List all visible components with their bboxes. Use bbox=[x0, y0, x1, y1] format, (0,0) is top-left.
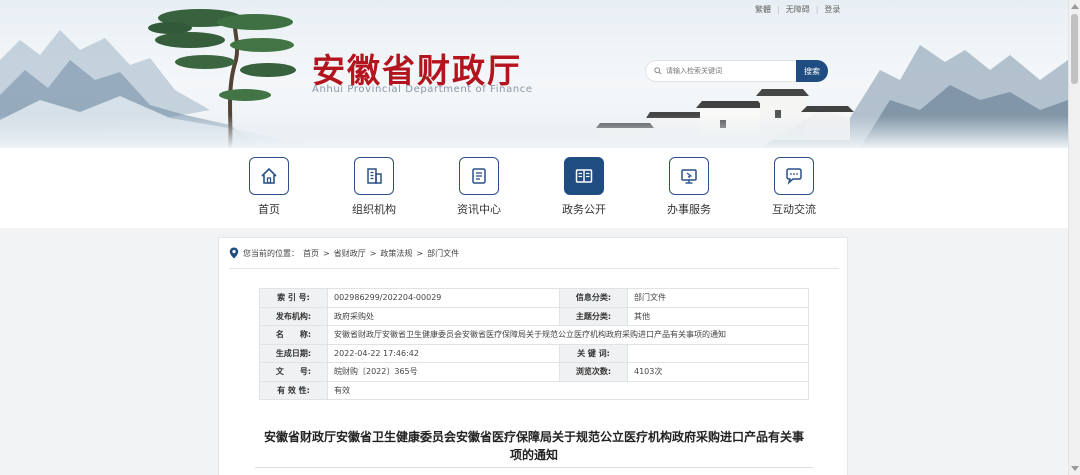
news-icon bbox=[472, 168, 486, 184]
nav-icon-box bbox=[249, 157, 289, 195]
breadcrumb-dept-docs[interactable]: 部门文件 bbox=[427, 248, 459, 259]
meta-key: 发布机构: bbox=[259, 306, 328, 326]
meta-value: 2022-04-22 17:46:42 bbox=[327, 343, 560, 363]
meta-value: 部门文件 bbox=[627, 288, 809, 308]
nav-label: 办事服务 bbox=[667, 203, 711, 216]
meta-value: 其他 bbox=[627, 306, 809, 326]
search-button[interactable]: 搜索 bbox=[796, 60, 828, 82]
table-row: 生成日期: 2022-04-22 17:46:42 关 键 词: bbox=[259, 343, 809, 363]
meta-key: 浏览次数: bbox=[559, 362, 628, 382]
divider: | bbox=[815, 5, 819, 14]
nav-label: 政务公开 bbox=[562, 203, 606, 216]
meta-key: 生成日期: bbox=[259, 343, 328, 363]
scroll-up-icon[interactable] bbox=[1071, 4, 1079, 9]
breadcrumb-prefix: 您当前的位置： bbox=[243, 248, 299, 258]
meta-key: 文 号: bbox=[259, 362, 328, 382]
nav-label: 首页 bbox=[258, 203, 280, 216]
nav-icon-box bbox=[459, 157, 499, 195]
breadcrumb-separator: > bbox=[416, 248, 424, 258]
nav-label: 互动交流 bbox=[772, 203, 816, 216]
meta-key: 名 称: bbox=[259, 325, 328, 345]
divider: | bbox=[777, 5, 780, 14]
page: 繁體 | 无障碍 | 登录 安徽省财政厅 Anhui Provincial De… bbox=[0, 0, 1080, 475]
content-card: 您当前的位置： 首页 > 省财政厅 > 政策法规 > 部门文件 索 引 号: 0… bbox=[218, 237, 848, 475]
meta-value: 安徽省财政厅安徽省卫生健康委员会安徽省医疗保障局关于规范公立医疗机构政府采购进口… bbox=[327, 325, 809, 345]
link-traditional[interactable]: 繁體 bbox=[755, 4, 771, 15]
nav-icon-box bbox=[564, 157, 604, 195]
meta-value: 002986299/202204-00029 bbox=[327, 288, 560, 308]
scroll-down-icon[interactable] bbox=[1071, 466, 1079, 471]
building-icon bbox=[367, 168, 382, 184]
breadcrumb-separator: > bbox=[323, 248, 330, 258]
search-input[interactable] bbox=[666, 67, 786, 75]
table-row: 有 效 性: 有效 bbox=[259, 380, 809, 400]
location-pin-icon bbox=[229, 247, 239, 259]
meta-value bbox=[627, 343, 809, 363]
breadcrumb-policy[interactable]: 政策法规 bbox=[380, 248, 412, 259]
meta-key: 信息分类: bbox=[559, 288, 628, 308]
document-title-line: 项的通知 bbox=[509, 448, 558, 462]
table-row: 发布机构: 政府采购处 主题分类: 其他 bbox=[259, 306, 809, 326]
breadcrumb-finance-dept[interactable]: 省财政厅 bbox=[334, 248, 366, 259]
nav-icon-box bbox=[669, 157, 709, 195]
nav-item-interaction[interactable]: 互动交流 bbox=[754, 157, 834, 217]
banner-landscape bbox=[0, 9, 1068, 148]
nav-item-organization[interactable]: 组织机构 bbox=[334, 157, 414, 217]
link-accessibility[interactable]: 无障碍 bbox=[786, 4, 810, 15]
scrollbar-thumb[interactable] bbox=[1071, 14, 1078, 84]
divider bbox=[255, 467, 813, 468]
nav-item-services[interactable]: 办事服务 bbox=[649, 157, 729, 217]
meta-value: 政府采购处 bbox=[327, 306, 560, 326]
meta-value: 4103次 bbox=[627, 362, 809, 382]
breadcrumb: 您当前的位置： 首页 > 省财政厅 > 政策法规 > 部门文件 bbox=[229, 247, 459, 259]
nav-label: 资讯中心 bbox=[457, 203, 501, 216]
main-nav: 首页 组织机构 资讯中心 政务公开 办事服务 互动交流 bbox=[0, 157, 1068, 217]
nav-icon-box bbox=[354, 157, 394, 195]
link-login[interactable]: 登录 bbox=[824, 4, 840, 15]
table-row: 索 引 号: 002986299/202204-00029 信息分类: 部门文件 bbox=[259, 288, 809, 308]
top-links: 繁體 | 无障碍 | 登录 bbox=[755, 4, 840, 15]
nav-item-government-affairs[interactable]: 政务公开 bbox=[544, 157, 624, 217]
search-box bbox=[645, 60, 796, 82]
scrollbar[interactable] bbox=[1068, 0, 1080, 475]
document-title: 安徽省财政厅安徽省卫生健康委员会安徽省医疗保障局关于规范公立医疗机构政府采购进口… bbox=[257, 428, 811, 464]
monitor-icon bbox=[681, 169, 697, 184]
nav-icon-box bbox=[774, 157, 814, 195]
breadcrumb-separator: > bbox=[369, 248, 377, 258]
table-row: 文 号: 皖财购〔2022〕365号 浏览次数: 4103次 bbox=[259, 362, 809, 382]
breadcrumb-home[interactable]: 首页 bbox=[303, 248, 319, 259]
meta-key: 有 效 性: bbox=[259, 380, 328, 400]
search-icon bbox=[654, 67, 662, 75]
document-meta-table: 索 引 号: 002986299/202204-00029 信息分类: 部门文件… bbox=[259, 288, 809, 400]
home-icon bbox=[261, 167, 277, 184]
meta-key: 主题分类: bbox=[559, 306, 628, 326]
divider bbox=[229, 268, 839, 269]
meta-key: 索 引 号: bbox=[259, 288, 328, 308]
search-bar: 搜索 bbox=[645, 60, 828, 82]
site-subtitle: Anhui Provincial Department of Finance bbox=[312, 84, 533, 95]
chat-icon bbox=[786, 168, 802, 185]
nav-item-home[interactable]: 首页 bbox=[229, 157, 309, 217]
book-icon bbox=[575, 169, 593, 183]
meta-value: 有效 bbox=[327, 380, 809, 400]
header-banner: 繁體 | 无障碍 | 登录 安徽省财政厅 Anhui Provincial De… bbox=[0, 0, 1068, 148]
table-row: 名 称: 安徽省财政厅安徽省卫生健康委员会安徽省医疗保障局关于规范公立医疗机构政… bbox=[259, 325, 809, 345]
meta-key: 关 键 词: bbox=[559, 343, 628, 363]
nav-item-news[interactable]: 资讯中心 bbox=[439, 157, 519, 217]
nav-label: 组织机构 bbox=[352, 203, 396, 216]
document-title-line: 安徽省财政厅安徽省卫生健康委员会安徽省医疗保障局关于规范公立医疗机构政府采购进口… bbox=[263, 430, 804, 444]
meta-value: 皖财购〔2022〕365号 bbox=[327, 362, 560, 382]
